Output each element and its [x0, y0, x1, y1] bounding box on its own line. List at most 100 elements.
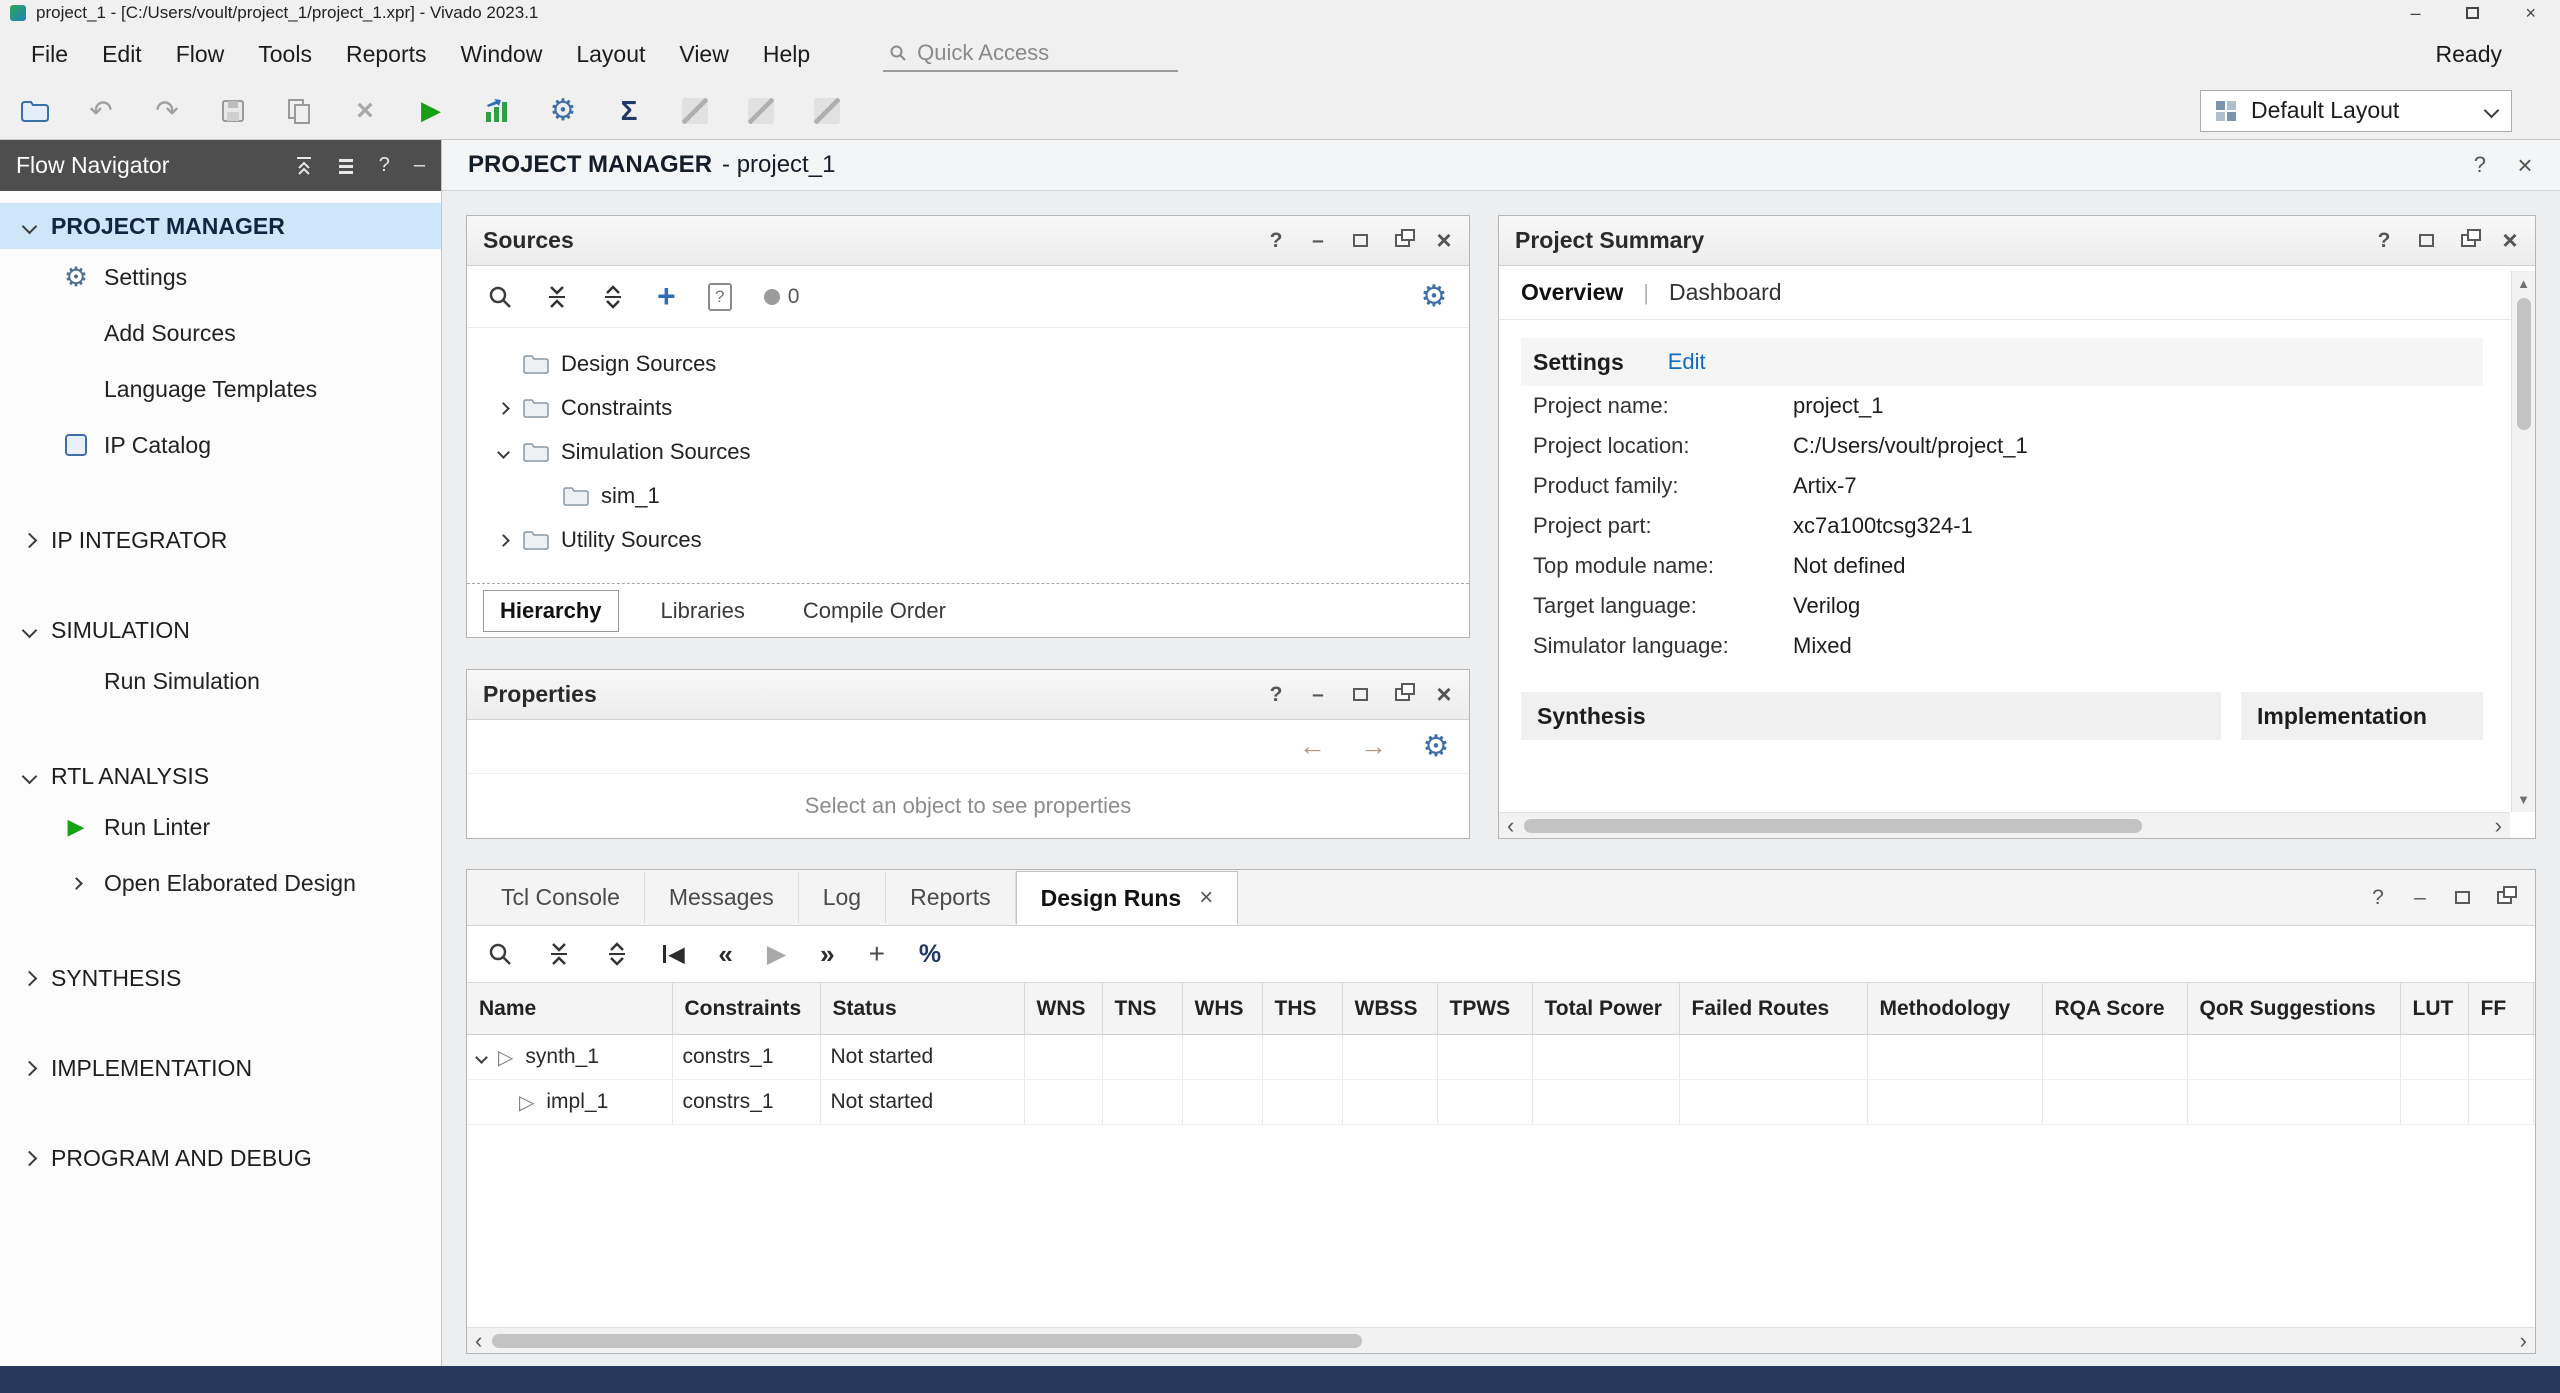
- float-icon[interactable]: [2495, 891, 2513, 904]
- chevron-down-icon[interactable]: [497, 446, 510, 459]
- scroll-left-icon[interactable]: ‹: [475, 1330, 482, 1352]
- skip-to-start-icon[interactable]: ◀: [663, 942, 684, 967]
- expand-all-icon[interactable]: [601, 284, 625, 310]
- search-icon[interactable]: [487, 941, 513, 967]
- sidebar-item-program-and-debug[interactable]: PROGRAM AND DEBUG: [0, 1135, 441, 1181]
- menu-file[interactable]: File: [14, 33, 85, 76]
- back-icon[interactable]: ←: [1299, 731, 1326, 762]
- collapse-all-icon[interactable]: [547, 941, 571, 967]
- sidebar-item-implementation[interactable]: IMPLEMENTATION: [0, 1045, 441, 1091]
- tab-hierarchy[interactable]: Hierarchy: [483, 590, 619, 632]
- sidebar-item-ip-catalog[interactable]: IP Catalog: [0, 417, 441, 473]
- tree-item-sim-1[interactable]: sim_1: [467, 474, 1469, 518]
- sidebar-item-synthesis[interactable]: SYNTHESIS: [0, 955, 441, 1001]
- help-icon[interactable]: ?: [1267, 229, 1285, 253]
- help-icon[interactable]: ?: [1267, 683, 1285, 707]
- tab-tcl-console[interactable]: Tcl Console: [477, 872, 645, 923]
- menu-flow[interactable]: Flow: [159, 33, 242, 76]
- menu-edit[interactable]: Edit: [85, 33, 159, 76]
- column-header[interactable]: RQA Score: [2042, 983, 2187, 1035]
- project-part-link[interactable]: xc7a100tcsg324-1: [1793, 513, 1973, 539]
- column-header[interactable]: TNS: [1102, 983, 1182, 1035]
- slashed-icon-1[interactable]: [680, 96, 710, 126]
- slashed-icon-2[interactable]: [746, 96, 776, 126]
- column-header[interactable]: WHS: [1182, 983, 1262, 1035]
- tab-dashboard[interactable]: Dashboard: [1669, 279, 1782, 306]
- run-icon[interactable]: ▶: [416, 96, 446, 126]
- redo-icon[interactable]: ↷: [152, 96, 182, 126]
- sidebar-item-run-simulation[interactable]: Run Simulation: [0, 653, 441, 709]
- sidebar-item-simulation[interactable]: SIMULATION: [0, 607, 441, 653]
- menu-layout[interactable]: Layout: [559, 33, 662, 76]
- minimize-icon[interactable]: –: [1309, 229, 1327, 253]
- float-icon[interactable]: [2459, 234, 2477, 247]
- maximize-icon[interactable]: [2417, 234, 2435, 247]
- percent-icon[interactable]: %: [919, 940, 941, 969]
- simulator-language-link[interactable]: Mixed: [1793, 633, 1852, 659]
- layout-selector[interactable]: Default Layout: [2200, 90, 2512, 132]
- scrollbar-thumb[interactable]: [2517, 298, 2531, 430]
- tab-compile-order[interactable]: Compile Order: [787, 591, 962, 631]
- top-module-link[interactable]: Not defined: [1793, 553, 1906, 579]
- minimize-icon[interactable]: –: [1309, 683, 1327, 707]
- close-icon[interactable]: ×: [2516, 150, 2534, 181]
- search-icon[interactable]: [487, 284, 513, 310]
- slashed-icon-3[interactable]: [812, 96, 842, 126]
- chevron-right-icon[interactable]: [497, 534, 510, 547]
- settings-icon[interactable]: ⚙: [548, 96, 578, 126]
- gear-icon[interactable]: ⚙: [1421, 732, 1451, 762]
- close-icon[interactable]: ×: [1435, 225, 1453, 256]
- tab-messages[interactable]: Messages: [645, 872, 799, 923]
- quick-access-search[interactable]: [883, 36, 1178, 72]
- help-icon[interactable]: ?: [2375, 229, 2393, 253]
- scrollbar-thumb[interactable]: [492, 1334, 1361, 1348]
- tab-reports[interactable]: Reports: [886, 872, 1016, 923]
- maximize-icon[interactable]: [1351, 234, 1369, 247]
- menu-window[interactable]: Window: [444, 33, 560, 76]
- menu-reports[interactable]: Reports: [329, 33, 444, 76]
- collapse-all-icon[interactable]: [545, 284, 569, 310]
- float-icon[interactable]: [1393, 688, 1411, 701]
- sidebar-item-language-templates[interactable]: Language Templates: [0, 361, 441, 417]
- sidebar-item-add-sources[interactable]: Add Sources: [0, 305, 441, 361]
- menu-view[interactable]: View: [662, 33, 745, 76]
- sigma-icon[interactable]: Σ: [614, 96, 644, 126]
- tree-item-utility-sources[interactable]: Utility Sources: [467, 518, 1469, 562]
- collapse-all-icon[interactable]: [295, 156, 313, 176]
- chevron-right-icon[interactable]: [497, 402, 510, 415]
- chevron-down-icon[interactable]: [475, 1051, 488, 1064]
- quick-access-input[interactable]: [917, 40, 1127, 66]
- scroll-up-icon[interactable]: ▲: [2517, 271, 2530, 296]
- vertical-scrollbar[interactable]: ▲ ▼: [2511, 271, 2535, 812]
- toggle-sections-icon[interactable]: [337, 157, 355, 175]
- sidebar-item-rtl-analysis[interactable]: RTL ANALYSIS: [0, 753, 441, 799]
- column-header[interactable]: FF: [2468, 983, 2533, 1035]
- scroll-right-icon[interactable]: ›: [2520, 1330, 2527, 1352]
- step-forward-icon[interactable]: »: [820, 939, 834, 970]
- minimize-icon[interactable]: –: [2411, 886, 2429, 910]
- edit-link[interactable]: Edit: [1668, 349, 1706, 375]
- scroll-down-icon[interactable]: ▼: [2517, 787, 2530, 812]
- help-icon[interactable]: ?: [2474, 152, 2486, 178]
- table-row-impl-1[interactable]: ▷impl_1 constrs_1 Not started: [467, 1080, 2535, 1125]
- forward-icon[interactable]: →: [1360, 731, 1387, 762]
- column-header[interactable]: Name: [467, 983, 672, 1035]
- column-header[interactable]: BRAMs: [2533, 983, 2535, 1035]
- help-doc-icon[interactable]: ?: [708, 283, 732, 311]
- column-header[interactable]: WBSS: [1342, 983, 1437, 1035]
- close-icon[interactable]: ×: [1199, 884, 1213, 912]
- column-header[interactable]: Methodology: [1867, 983, 2042, 1035]
- tab-design-runs[interactable]: Design Runs ×: [1016, 871, 1239, 925]
- undo-icon[interactable]: ↶: [86, 96, 116, 126]
- tab-overview[interactable]: Overview: [1521, 279, 1623, 306]
- tree-item-simulation-sources[interactable]: Simulation Sources: [467, 430, 1469, 474]
- column-header[interactable]: Total Power: [1532, 983, 1679, 1035]
- sidebar-item-open-elaborated-design[interactable]: Open Elaborated Design: [0, 855, 441, 911]
- menu-help[interactable]: Help: [746, 33, 827, 76]
- copy-icon[interactable]: [284, 96, 314, 126]
- scrollbar-thumb[interactable]: [1524, 819, 2141, 833]
- open-project-icon[interactable]: [20, 96, 50, 126]
- sidebar-item-run-linter[interactable]: ▶ Run Linter: [0, 799, 441, 855]
- table-row-synth-1[interactable]: ▷synth_1 constrs_1 Not started: [467, 1035, 2535, 1080]
- column-header[interactable]: LUT: [2400, 983, 2468, 1035]
